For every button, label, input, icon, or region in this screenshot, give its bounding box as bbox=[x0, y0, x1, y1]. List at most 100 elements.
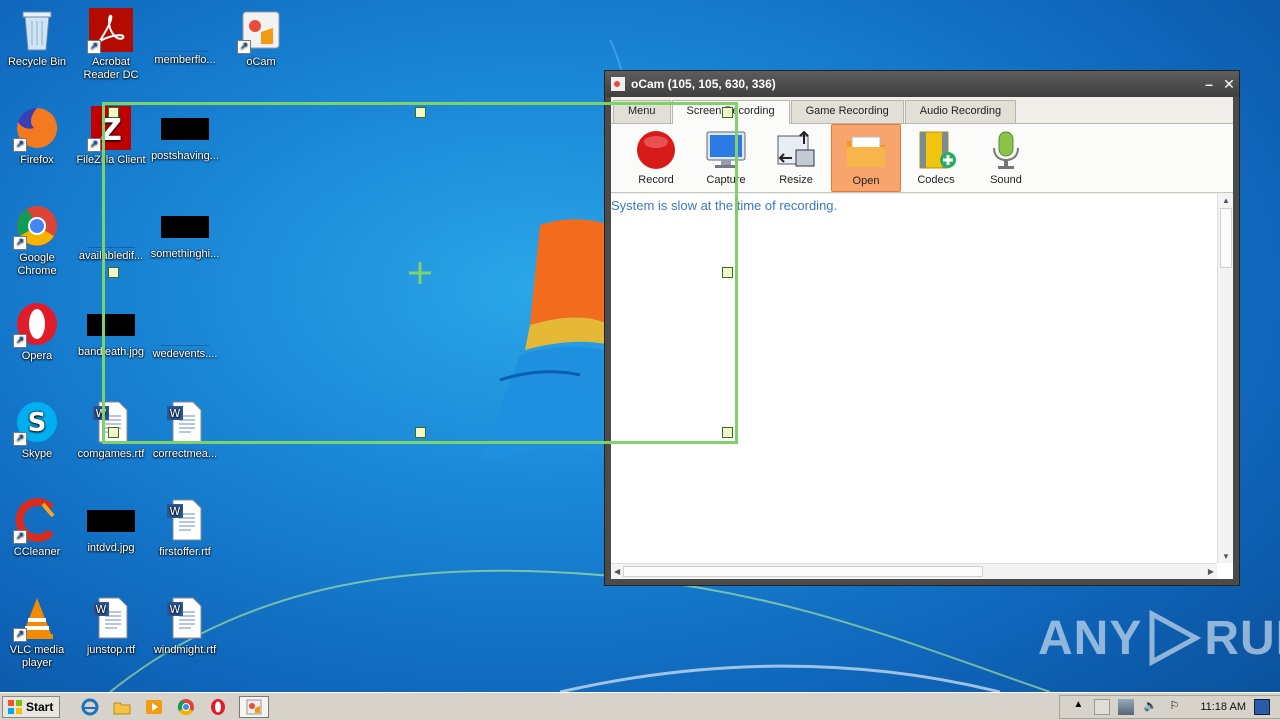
folder-open-icon bbox=[847, 136, 885, 167]
resize-label: Resize bbox=[779, 174, 813, 186]
desktop-icon-label: postshaving... bbox=[151, 150, 219, 162]
move-crosshair-icon[interactable] bbox=[408, 261, 432, 285]
action-center-flag-icon[interactable]: ⚐ bbox=[1166, 699, 1182, 715]
chrome-icon: ↗ bbox=[13, 202, 61, 250]
desktop-icon-label: correctmea... bbox=[152, 448, 218, 460]
scroll-down-icon[interactable]: ▼ bbox=[1222, 552, 1230, 561]
scroll-left-icon[interactable]: ◀ bbox=[614, 567, 620, 576]
desktop-icon-label: junstop.rtf bbox=[86, 644, 136, 656]
ocam-title-text: oCam (105, 105, 630, 336) bbox=[631, 77, 776, 91]
tab-audio-recording[interactable]: Audio Recording bbox=[904, 100, 1017, 123]
desktop-icon-windmight[interactable]: W windmight.rtf bbox=[148, 594, 222, 657]
desktop-icon-somethinghi[interactable]: somethinghi... bbox=[148, 202, 222, 261]
svg-text:W: W bbox=[170, 505, 181, 518]
resize-handle-top[interactable] bbox=[415, 107, 426, 118]
desktop-icon-bandleath[interactable]: bandleath.jpg bbox=[74, 300, 148, 359]
clock[interactable]: 11:18 AM bbox=[1200, 701, 1246, 713]
desktop-icon-ocam[interactable]: ↗ oCam bbox=[224, 6, 298, 69]
vertical-scrollbar[interactable]: ▲ ▼ bbox=[1217, 194, 1233, 563]
svg-text:W: W bbox=[170, 407, 181, 420]
desktop-icon-skype[interactable]: S ↗ Skype bbox=[0, 398, 74, 461]
show-hidden-icons-icon[interactable]: ▲ bbox=[1070, 699, 1086, 715]
desktop-icon-label: CCleaner bbox=[13, 546, 61, 558]
explorer-icon[interactable] bbox=[111, 696, 133, 718]
network-icon[interactable] bbox=[1118, 698, 1135, 715]
resize-handle-top-right[interactable] bbox=[722, 107, 733, 118]
svg-text:W: W bbox=[96, 603, 107, 616]
acrobat-icon: ↗ bbox=[87, 6, 135, 54]
desktop-icon-label: memberflo... bbox=[154, 54, 216, 66]
record-icon bbox=[637, 131, 675, 169]
ocam-tray-icon[interactable] bbox=[1094, 698, 1111, 715]
desktop-icon-correctmea[interactable]: W correctmea... bbox=[148, 398, 222, 461]
resize-handle-bottom[interactable] bbox=[415, 427, 426, 438]
ocam-window: oCam (105, 105, 630, 336) – ✕ Menu Scree… bbox=[604, 70, 1240, 586]
desktop-icon-intdvd[interactable]: intdvd.jpg bbox=[74, 496, 148, 555]
desktop-icon-label: comgames.rtf bbox=[77, 448, 145, 460]
resize-handle-bottom-left[interactable] bbox=[108, 427, 119, 438]
resize-handle-top-left[interactable] bbox=[108, 107, 119, 118]
resize-handle-right[interactable] bbox=[722, 267, 733, 278]
ie-icon[interactable] bbox=[79, 696, 101, 718]
record-button[interactable]: Record bbox=[621, 124, 691, 192]
desktop-icon-firefox[interactable]: ↗ Firefox bbox=[0, 104, 74, 167]
resize-handle-bottom-right[interactable] bbox=[722, 427, 733, 438]
play-triangle-icon bbox=[1149, 609, 1202, 667]
horizontal-scroll-thumb[interactable] bbox=[623, 566, 983, 577]
desktop-icon-junstop[interactable]: W junstop.rtf bbox=[74, 594, 148, 657]
desktop-icon-label: somethinghi... bbox=[150, 248, 220, 260]
show-desktop-button[interactable] bbox=[1254, 698, 1270, 715]
close-button[interactable]: ✕ bbox=[1219, 76, 1239, 93]
tab-game-recording[interactable]: Game Recording bbox=[790, 100, 904, 123]
desktop-icon-acrobat[interactable]: ↗ Acrobat Reader DC bbox=[74, 6, 148, 82]
horizontal-scrollbar[interactable]: ◀ ▶ bbox=[611, 563, 1217, 579]
desktop-icon-opera[interactable]: ↗ Opera bbox=[0, 300, 74, 363]
desktop-icon-ccleaner[interactable]: ↗ CCleaner bbox=[0, 496, 74, 559]
blank-file-icon bbox=[87, 202, 135, 248]
ocam-toolbar: Record Capture Resize Open Codecs Sound bbox=[611, 123, 1233, 193]
black-image-icon bbox=[161, 216, 209, 238]
codecs-button[interactable]: Codecs bbox=[901, 124, 971, 192]
desktop-icon-postshaving[interactable]: postshaving... bbox=[148, 104, 222, 163]
black-image-icon bbox=[161, 118, 209, 140]
ocam-icon[interactable] bbox=[239, 695, 270, 718]
minimize-button[interactable]: – bbox=[1199, 76, 1219, 93]
record-label: Record bbox=[638, 174, 674, 186]
word-doc-icon: W bbox=[161, 496, 209, 544]
chrome-icon[interactable] bbox=[175, 696, 197, 718]
desktop-icon-firstoffer[interactable]: W firstoffer.rtf bbox=[148, 496, 222, 559]
word-doc-icon: W bbox=[161, 594, 209, 642]
scroll-right-icon[interactable]: ▶ bbox=[1208, 567, 1214, 576]
ocam-log-area[interactable]: System is slow at the time of recording.… bbox=[611, 194, 1233, 579]
capture-button[interactable]: Capture bbox=[691, 124, 761, 192]
sound-button[interactable]: Sound bbox=[971, 124, 1041, 192]
desktop-icon-memberflo[interactable]: memberflo... bbox=[148, 6, 222, 67]
desktop-icon-label: bandleath.jpg bbox=[77, 346, 145, 358]
volume-icon[interactable]: 🔈 bbox=[1142, 699, 1158, 715]
vertical-scroll-thumb[interactable] bbox=[1220, 208, 1232, 268]
svg-text:W: W bbox=[170, 603, 181, 616]
desktop-icon-google-chrome[interactable]: ↗ Google Chrome bbox=[0, 202, 74, 278]
resize-handle-left[interactable] bbox=[108, 267, 119, 278]
desktop-icon-label: oCam bbox=[246, 56, 276, 68]
anyrun-watermark: ANY RUN bbox=[1038, 608, 1280, 668]
ocam-title-bar[interactable]: oCam (105, 105, 630, 336) – ✕ bbox=[605, 71, 1239, 97]
ocam-app-icon bbox=[611, 77, 625, 91]
desktop-icon-label: Acrobat Reader DC bbox=[83, 56, 139, 81]
desktop-icon-vlc[interactable]: ↗ VLC media player bbox=[0, 594, 74, 670]
desktop-icon-availabledif[interactable]: availabledif... bbox=[74, 202, 148, 263]
scroll-up-icon[interactable]: ▲ bbox=[1222, 196, 1230, 205]
opera-icon[interactable] bbox=[207, 696, 229, 718]
desktop-icon-label: VLC media player bbox=[9, 644, 65, 669]
resize-button[interactable]: Resize bbox=[761, 124, 831, 192]
ccleaner-icon: ↗ bbox=[13, 496, 61, 544]
desktop-icon-wedevents[interactable]: wedevents.... bbox=[148, 300, 222, 361]
tab-menu[interactable]: Menu bbox=[613, 100, 671, 123]
desktop-icon-recycle-bin[interactable]: Recycle Bin bbox=[0, 6, 74, 69]
start-button[interactable]: Start bbox=[2, 695, 61, 718]
start-label: Start bbox=[26, 699, 54, 714]
media-player-icon[interactable] bbox=[143, 696, 165, 718]
open-button[interactable]: Open bbox=[831, 124, 901, 192]
capture-monitor-icon bbox=[706, 131, 746, 168]
desktop: Recycle Bin ↗ Firefox ↗ Google Chrome ↗ … bbox=[0, 0, 1280, 692]
